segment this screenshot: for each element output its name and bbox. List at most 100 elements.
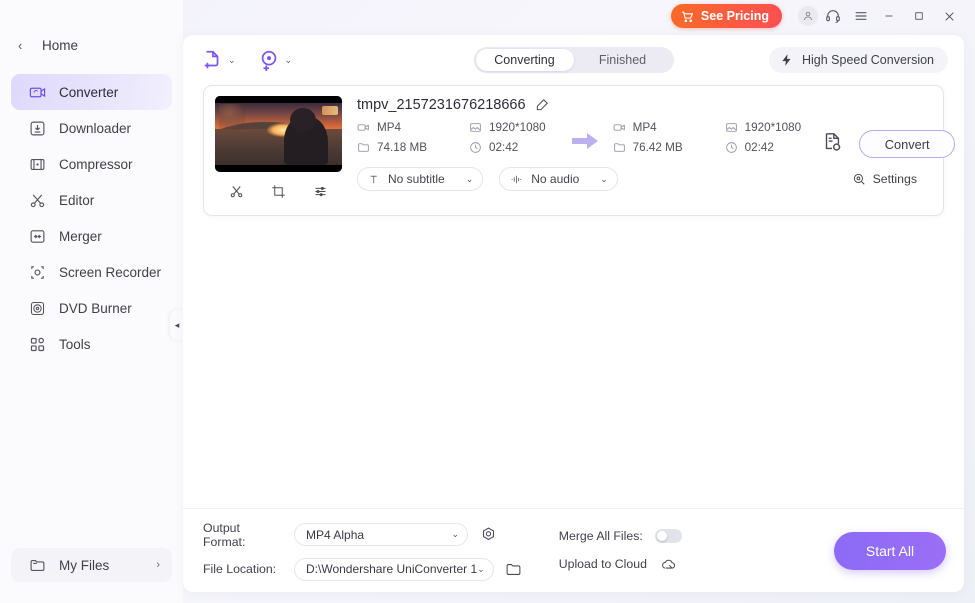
target-format: MP4 — [613, 121, 683, 134]
converter-icon — [28, 83, 46, 101]
lightning-bolt-icon — [780, 53, 794, 67]
dvd-burner-icon — [28, 299, 46, 317]
sidebar-item-dvd-burner[interactable]: DVD Burner — [11, 290, 172, 326]
chevron-down-icon: ⌄ — [284, 54, 293, 65]
settings-button[interactable]: Settings — [852, 172, 931, 186]
source-resolution-value: 1920*1080 — [489, 121, 546, 134]
source-format-value: MP4 — [377, 121, 402, 134]
file-location-row: File Location: D:\Wondershare UniConvert… — [203, 557, 525, 581]
hamburger-menu-icon[interactable] — [848, 3, 874, 29]
add-dvd-icon — [258, 49, 280, 71]
source-duration: 02:42 — [469, 141, 546, 154]
merge-toggle[interactable] — [654, 528, 682, 543]
effects-sliders-icon[interactable] — [308, 180, 334, 202]
title-bar: See Pricing — [183, 0, 975, 32]
see-pricing-label: See Pricing — [700, 9, 769, 23]
conversion-meta-row: MP4 1920*1080 74.18 MB 02:42 MP4 1920*10… — [357, 121, 956, 158]
convert-button[interactable]: Convert — [859, 130, 956, 158]
collapse-chevron-icon: ◂ — [174, 319, 180, 330]
sidebar-item-downloader[interactable]: Downloader — [11, 110, 172, 146]
clock-icon — [469, 141, 482, 154]
folder-icon — [28, 556, 46, 574]
target-size: 76.42 MB — [613, 141, 683, 154]
footer-options: Merge All Files: Upload to Cloud — [558, 528, 682, 573]
headset-icon[interactable] — [820, 3, 846, 29]
settings-gear-icon — [852, 172, 866, 186]
app-window: ‹ Home Converter Downloader Compressor E… — [0, 0, 975, 603]
sidebar-item-label: Converter — [59, 84, 119, 100]
merge-all-files-row: Merge All Files: — [558, 528, 682, 543]
sidebar-item-screen-recorder[interactable]: Screen Recorder — [11, 254, 172, 290]
tab-finished[interactable]: Finished — [574, 49, 672, 71]
add-dvd-button[interactable]: ⌄ — [258, 49, 293, 71]
crop-icon[interactable] — [265, 180, 291, 202]
resolution-icon — [725, 121, 738, 134]
merge-label: Merge All Files: — [558, 528, 643, 543]
start-all-label: Start All — [865, 542, 915, 559]
tab-finished-label: Finished — [598, 53, 647, 67]
document-gear-icon[interactable] — [821, 131, 843, 153]
thumbnail-column — [215, 96, 342, 206]
chevron-down-icon: ⌄ — [477, 563, 485, 574]
open-folder-icon[interactable] — [503, 561, 525, 578]
file-location-select[interactable]: D:\Wondershare UniConverter 1 ⌄ — [294, 557, 494, 581]
sidebar-item-compressor[interactable]: Compressor — [11, 146, 172, 182]
audio-value: No audio — [531, 172, 580, 186]
sidebar-item-converter[interactable]: Converter — [11, 74, 172, 110]
source-size-value: 74.18 MB — [377, 141, 428, 154]
account-icon[interactable] — [798, 6, 818, 26]
my-files-button[interactable]: My Files › — [11, 548, 172, 582]
maximize-button[interactable] — [904, 3, 934, 29]
chevron-down-icon: ⌄ — [465, 173, 474, 184]
sidebar-item-label: Downloader — [59, 120, 132, 136]
sidebar-item-tools[interactable]: Tools — [11, 326, 172, 362]
close-button[interactable] — [934, 3, 964, 29]
edit-pencil-icon[interactable] — [535, 98, 549, 112]
chevron-down-icon: ⌄ — [600, 173, 608, 184]
target-format-value: MP4 — [632, 121, 657, 134]
target-size-value: 76.42 MB — [632, 141, 683, 154]
format-camera-icon[interactable] — [477, 526, 499, 543]
convert-label: Convert — [884, 136, 930, 152]
convert-column: Convert — [843, 121, 956, 158]
upload-label: Upload to Cloud — [558, 557, 647, 571]
file-info: tmpv_2157231676218666 MP4 1920*1080 74.1… — [342, 96, 956, 206]
sidebar-item-label: Tools — [59, 336, 91, 352]
cart-icon — [681, 10, 694, 23]
compressor-icon — [28, 155, 46, 173]
sidebar-collapse-button[interactable]: ◂ — [170, 310, 184, 340]
status-tabs: Converting Finished — [473, 47, 674, 73]
scissors-trim-icon[interactable] — [223, 180, 249, 202]
video-thumbnail[interactable] — [215, 96, 342, 172]
minimize-button[interactable] — [874, 3, 904, 29]
file-list: tmpv_2157231676218666 MP4 1920*1080 74.1… — [183, 85, 964, 216]
home-label: Home — [42, 37, 79, 53]
high-speed-conversion-button[interactable]: High Speed Conversion — [768, 47, 948, 73]
audio-select[interactable]: No audio ⌄ — [499, 167, 618, 191]
add-file-button[interactable]: ⌄ — [201, 49, 236, 71]
downloader-icon — [28, 119, 46, 137]
tab-converting[interactable]: Converting — [475, 49, 574, 71]
home-button[interactable]: ‹ Home — [0, 28, 183, 62]
footer-bar: Output Format: MP4 Alpha ⌄ File Location… — [183, 508, 964, 592]
tab-converting-label: Converting — [494, 53, 555, 67]
output-format-select[interactable]: MP4 Alpha ⌄ — [294, 523, 468, 546]
high-speed-label: High Speed Conversion — [801, 53, 934, 67]
start-all-button[interactable]: Start All — [834, 531, 946, 570]
sidebar-item-merger[interactable]: Merger — [11, 218, 172, 254]
target-duration: 02:42 — [725, 141, 802, 154]
my-files-label: My Files — [59, 557, 110, 573]
file-location-value: D:\Wondershare UniConverter 1 — [306, 562, 478, 576]
audio-wave-icon — [510, 173, 524, 186]
output-format-label: Output Format: — [203, 520, 246, 549]
subtitle-select[interactable]: No subtitle ⌄ — [357, 167, 484, 191]
upload-to-cloud-row[interactable]: Upload to Cloud — [559, 556, 682, 573]
editor-scissors-icon — [28, 191, 46, 209]
source-meta: MP4 1920*1080 74.18 MB 02:42 — [357, 121, 546, 154]
sidebar-item-label: Screen Recorder — [59, 264, 162, 280]
sidebar-item-editor[interactable]: Editor — [11, 182, 172, 218]
source-resolution: 1920*1080 — [469, 121, 546, 134]
screen-recorder-icon — [28, 263, 46, 281]
file-size-icon — [613, 141, 626, 154]
see-pricing-button[interactable]: See Pricing — [670, 4, 782, 28]
